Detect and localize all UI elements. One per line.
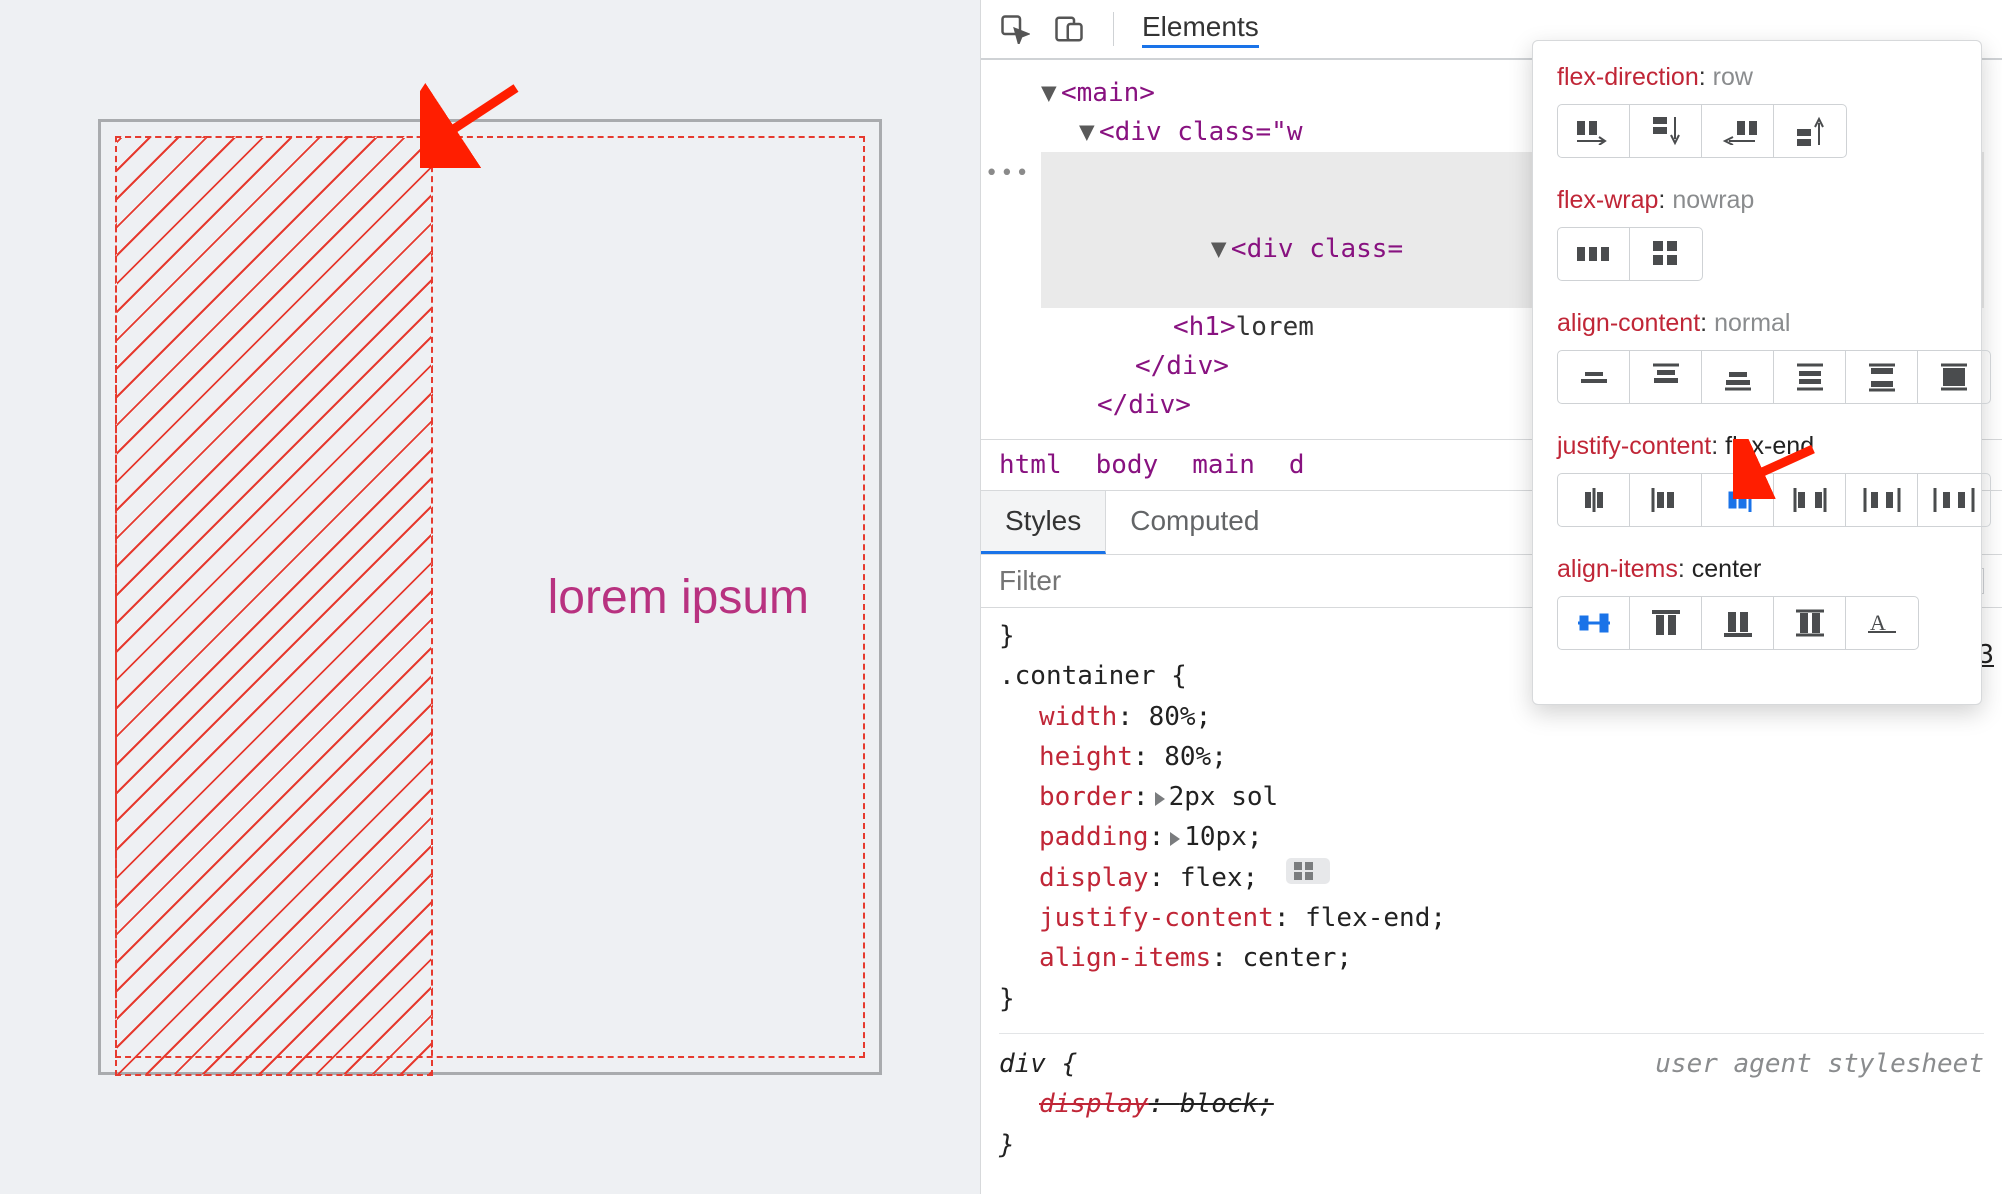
align-items-stretch-button[interactable] (1774, 597, 1846, 649)
ua-rule-display: display: block; (999, 1084, 1984, 1124)
css-rule-border: border:2px sol (999, 777, 1984, 817)
css-rule-display: display: flex; (999, 858, 1984, 898)
justify-content-space-around-button[interactable] (1846, 474, 1918, 526)
flex-wrap-nowrap-button[interactable] (1558, 228, 1630, 280)
ua-stylesheet-label: user agent stylesheet (1655, 1044, 1984, 1084)
css-rule-height: height: 80%; (999, 737, 1984, 777)
rendered-preview: lorem ipsum (0, 0, 980, 1194)
flex-direction-column-reverse-button[interactable] (1774, 105, 1846, 157)
align-items-end-button[interactable] (1702, 597, 1774, 649)
flex-direction-group: flex-direction: row (1557, 63, 1957, 158)
device-toolbar-icon[interactable] (1053, 13, 1085, 45)
justify-content-end-button[interactable] (1702, 474, 1774, 526)
css-close-brace: } (999, 979, 1984, 1019)
justify-content-group: justify-content: flex-end (1557, 432, 1957, 527)
expand-icon[interactable] (1170, 832, 1180, 846)
ua-stylesheet-block: user agent stylesheet div { display: blo… (999, 1033, 1984, 1165)
breadcrumb-main[interactable]: main (1192, 450, 1255, 480)
justify-content-start-button[interactable] (1630, 474, 1702, 526)
align-content-center-button[interactable] (1558, 351, 1630, 403)
flex-direction-column-button[interactable] (1630, 105, 1702, 157)
flex-direction-row-reverse-button[interactable] (1702, 105, 1774, 157)
align-items-group: align-items: center A (1557, 555, 1957, 650)
flex-empty-space-hatched (115, 136, 433, 1076)
align-content-space-between-button[interactable] (1846, 351, 1918, 403)
preview-heading: lorem ipsum (548, 570, 809, 625)
align-items-center-button[interactable] (1558, 597, 1630, 649)
justify-content-space-between-button[interactable] (1774, 474, 1846, 526)
align-content-end-button[interactable] (1702, 351, 1774, 403)
justify-content-center-button[interactable] (1558, 474, 1630, 526)
devtools-panel: Elements ▼<main> ▼<div class="w ••• ▼<di… (980, 0, 2002, 1194)
flex-wrap-wrap-button[interactable] (1630, 228, 1702, 280)
expand-icon[interactable] (1155, 792, 1165, 806)
css-rule-align-items: align-items: center; (999, 938, 1984, 978)
flex-direction-row-button[interactable] (1558, 105, 1630, 157)
align-items-start-button[interactable] (1630, 597, 1702, 649)
css-rule-justify-content: justify-content: flex-end; (999, 898, 1984, 938)
css-rule-padding: padding:10px; (999, 817, 1984, 857)
breadcrumb-html[interactable]: html (999, 450, 1062, 480)
inspect-icon[interactable] (999, 13, 1031, 45)
subtab-styles[interactable]: Styles (981, 491, 1106, 554)
align-items-baseline-button[interactable]: A (1846, 597, 1918, 649)
justify-content-space-evenly-button[interactable] (1918, 474, 1990, 526)
flex-wrap-group: flex-wrap: nowrap (1557, 186, 1957, 281)
subtab-computed[interactable]: Computed (1106, 491, 1283, 554)
toolbar-separator (1113, 12, 1114, 46)
container-box: lorem ipsum (98, 119, 882, 1074)
align-content-group: align-content: normal (1557, 309, 1957, 404)
align-content-start-button[interactable] (1630, 351, 1702, 403)
selected-node-ellipsis-icon: ••• (985, 157, 1031, 190)
flex-editor-popover: flex-direction: row flex-wrap: nowrap (1532, 40, 1982, 705)
align-content-stretch-button[interactable] (1918, 351, 1990, 403)
breadcrumb-body[interactable]: body (1096, 450, 1159, 480)
breadcrumb-div[interactable]: d (1289, 450, 1305, 480)
tab-elements[interactable]: Elements (1142, 11, 1259, 48)
align-content-space-around-button[interactable] (1774, 351, 1846, 403)
flex-editor-badge-icon[interactable] (1286, 858, 1330, 884)
